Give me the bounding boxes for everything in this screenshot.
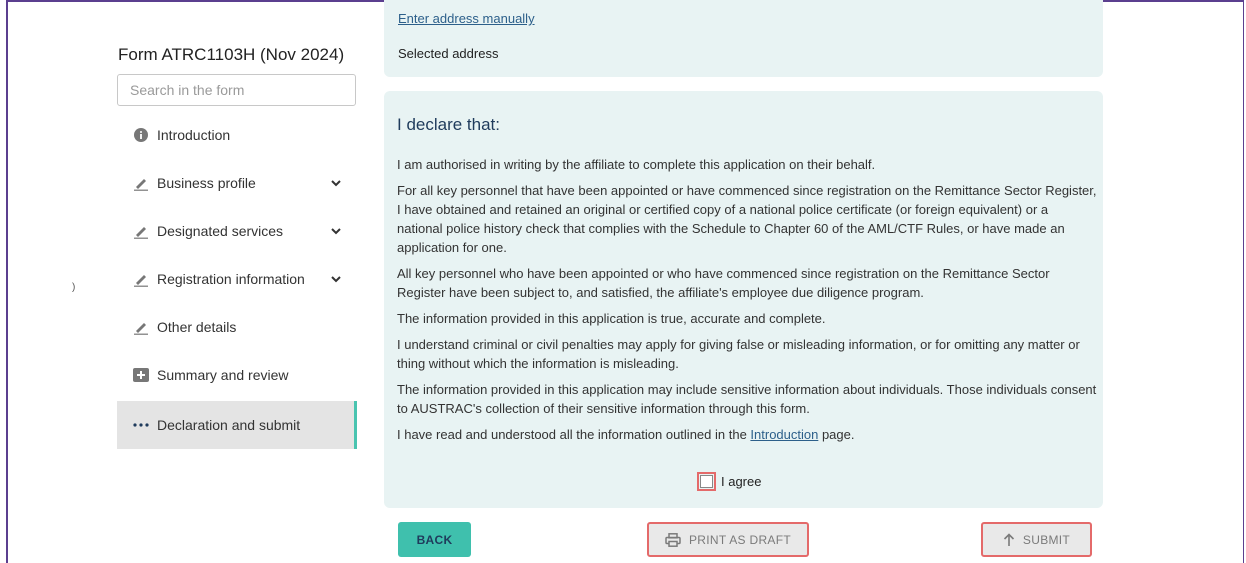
declaration-statement: The information provided in this applica… — [397, 311, 826, 326]
sidebar-item-summary-and-review[interactable]: Summary and review — [117, 351, 357, 399]
info-icon — [133, 127, 149, 143]
pencil-icon — [133, 175, 149, 191]
sidebar-collapse-marker[interactable]: ) — [72, 282, 75, 293]
declaration-statement: I understand criminal or civil penalties… — [397, 337, 1080, 371]
sidebar-item-label: Business profile — [157, 175, 256, 191]
sidebar-item-designated-services[interactable]: Designated services — [117, 207, 357, 255]
declaration-heading: I declare that: — [397, 115, 501, 134]
agree-checkbox-row[interactable]: I agree — [697, 472, 762, 491]
form-title: Form ATRC1103H (Nov 2024) — [118, 45, 345, 64]
declaration-statement: The information provided in this applica… — [397, 382, 1097, 416]
declaration-statement: I am authorised in writing by the affili… — [397, 157, 876, 172]
chevron-down-icon[interactable] — [329, 272, 343, 286]
print-as-draft-button[interactable]: PRINT AS DRAFT — [647, 522, 809, 557]
chevron-down-icon[interactable] — [329, 224, 343, 238]
pencil-icon — [133, 319, 149, 335]
back-button[interactable]: BACK — [398, 522, 471, 557]
printer-icon — [665, 532, 681, 547]
sidebar-item-label: Summary and review — [157, 367, 289, 383]
sidebar-item-label: Designated services — [157, 223, 284, 239]
declaration-statement: I have read and understood all the infor… — [397, 425, 1097, 444]
statement-text: page. — [818, 427, 855, 442]
enter-address-manually-link[interactable]: Enter address manually — [398, 11, 535, 26]
statement-text: I have read and understood all the infor… — [397, 427, 751, 442]
chevron-down-icon[interactable] — [329, 176, 343, 190]
submit-button[interactable]: SUBMIT — [981, 522, 1092, 557]
sidebar-item-business-profile[interactable]: Business profile — [117, 159, 357, 207]
declaration-body: I am authorised in writing by the affili… — [397, 155, 1097, 451]
ellipsis-icon — [133, 417, 149, 433]
declaration-statement: For all key personnel that have been app… — [397, 183, 1097, 255]
declaration-panel: I declare that: I am authorised in writi… — [384, 91, 1103, 508]
agree-label: I agree — [721, 474, 762, 489]
print-button-label: PRINT AS DRAFT — [689, 532, 791, 547]
pencil-icon — [133, 223, 149, 239]
sidebar-item-introduction[interactable]: Introduction — [117, 111, 357, 159]
arrow-up-icon — [1003, 532, 1014, 546]
declaration-statement: All key personnel who have been appointe… — [397, 266, 1050, 300]
address-panel: Enter address manually Selected address — [384, 0, 1103, 77]
back-button-label: BACK — [416, 532, 453, 547]
plus-box-icon — [133, 367, 149, 383]
submit-button-label: SUBMIT — [1022, 532, 1071, 547]
search-input[interactable] — [117, 74, 356, 106]
introduction-link[interactable]: Introduction — [750, 427, 818, 442]
sidebar-item-label: Declaration and submit — [157, 417, 301, 433]
sidebar-item-label: Introduction — [157, 127, 231, 143]
sidebar-item-other-details[interactable]: Other details — [117, 303, 357, 351]
pencil-icon — [133, 271, 149, 287]
sidebar-item-label: Other details — [157, 319, 237, 335]
sidebar-item-label: Registration information — [157, 271, 305, 287]
selected-address-label: Selected address — [398, 46, 499, 61]
agree-checkbox[interactable] — [697, 472, 716, 491]
sidebar-item-registration-information[interactable]: Registration information — [117, 255, 357, 303]
sidebar-item-declaration-and-submit[interactable]: Declaration and submit — [117, 401, 357, 449]
